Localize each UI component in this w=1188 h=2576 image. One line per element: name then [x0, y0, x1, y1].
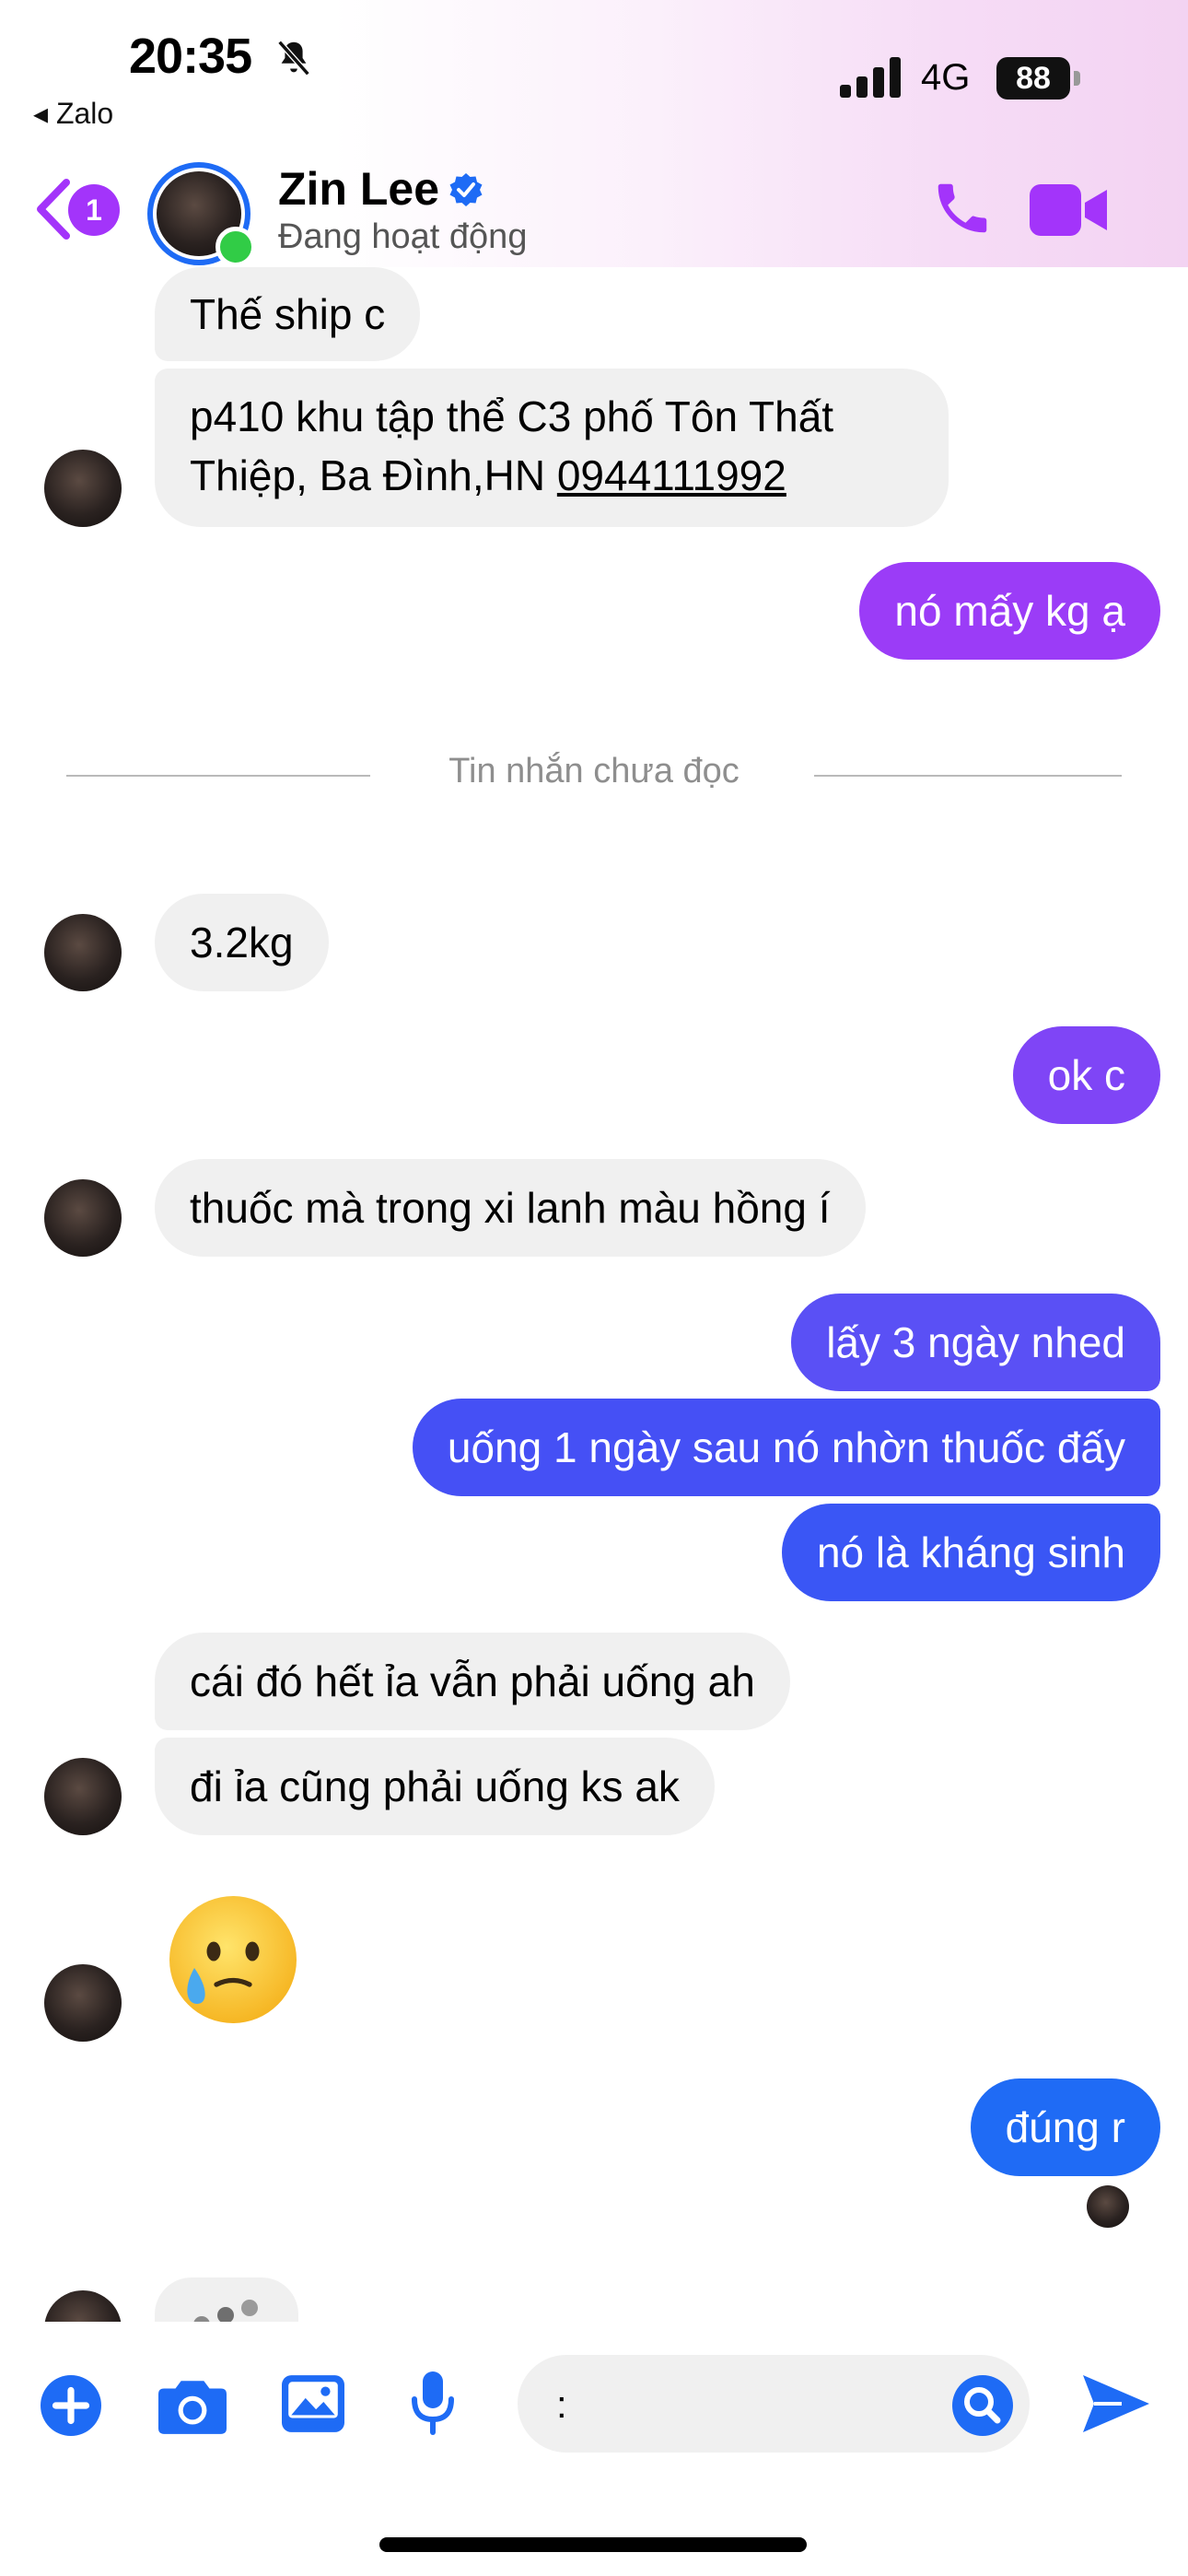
seen-receipt-avatar [1087, 2185, 1129, 2228]
message-text: ok c [1047, 1051, 1125, 1099]
video-call-icon[interactable] [1030, 184, 1107, 236]
sender-avatar[interactable] [44, 1964, 122, 2042]
phone-call-icon[interactable] [930, 175, 995, 241]
message-text: uống 1 ngày sau nó nhờn thuốc đấy [447, 1423, 1125, 1471]
face-holding-back-tears-emoji-icon[interactable] [164, 1891, 302, 2029]
outgoing-message[interactable]: đúng r [970, 2078, 1160, 2176]
back-to-app-link[interactable]: ◂ Zalo [33, 96, 113, 131]
sender-avatar[interactable] [44, 914, 122, 991]
online-status-dot [215, 227, 256, 267]
home-indicator[interactable] [379, 2537, 807, 2552]
message-text: đúng r [1005, 2103, 1125, 2151]
message-text: cái đó hết ỉa vẫn phải uống ah [190, 1657, 755, 1705]
outgoing-message[interactable]: lấy 3 ngày nhed [791, 1294, 1160, 1391]
bell-muted-icon [277, 40, 310, 76]
outgoing-message[interactable]: uống 1 ngày sau nó nhờn thuốc đấy [412, 1399, 1160, 1496]
status-time: 20:35 [129, 29, 252, 84]
outgoing-message[interactable]: ok c [1012, 1026, 1160, 1124]
message-text: lấy 3 ngày nhed [826, 1318, 1125, 1366]
sender-avatar[interactable] [44, 1179, 122, 1257]
incoming-message[interactable]: 3.2kg [155, 894, 329, 991]
gallery-image-icon[interactable] [282, 2375, 344, 2432]
message-text: nó là kháng sinh [816, 1528, 1125, 1576]
camera-icon[interactable] [158, 2377, 227, 2434]
sender-avatar[interactable] [44, 450, 122, 527]
outgoing-message[interactable]: nó mấy kg ạ [859, 562, 1160, 660]
incoming-message[interactable]: cái đó hết ỉa vẫn phải uống ah [155, 1633, 790, 1730]
message-text: đi ỉa cũng phải uống ks ak [190, 1762, 680, 1810]
microphone-icon[interactable] [411, 2371, 455, 2436]
message-text: Thế ship c [190, 290, 386, 338]
unread-divider-label: Tin nhắn chưa đọc [448, 752, 740, 790]
verified-badge-icon [449, 173, 483, 206]
battery-icon: 88 [996, 57, 1081, 100]
plus-icon[interactable] [41, 2375, 101, 2436]
message-text: p410 khu tập thể C3 phố Tôn Thất [190, 392, 834, 440]
sender-avatar[interactable] [44, 1758, 122, 1835]
message-text: 3.2kg [190, 919, 294, 966]
contact-active-status: Đang hoạt động [278, 217, 528, 256]
outgoing-message[interactable]: nó là kháng sinh [781, 1504, 1160, 1601]
unread-count-badge[interactable]: 1 [68, 184, 120, 236]
incoming-message[interactable]: đi ỉa cũng phải uống ks ak [155, 1738, 715, 1835]
incoming-message[interactable]: Thế ship c [155, 267, 421, 361]
battery-level: 88 [996, 57, 1070, 100]
message-text-line: Thiệp, Ba Đình,HN 0944111992 [190, 451, 786, 499]
cellular-signal-icon [840, 57, 901, 98]
network-type: 4G [921, 57, 971, 98]
incoming-message[interactable]: p410 khu tập thể C3 phố Tôn Thất Thiệp, … [155, 369, 949, 527]
incoming-message[interactable]: thuốc mà trong xi lanh màu hồng í [155, 1159, 866, 1257]
message-input-value[interactable]: : [556, 2383, 567, 2427]
message-text: nó mấy kg ạ [894, 587, 1125, 635]
search-icon[interactable] [952, 2375, 1013, 2436]
send-icon[interactable] [1081, 2371, 1151, 2436]
message-text: thuốc mà trong xi lanh màu hồng í [190, 1184, 831, 1232]
contact-name[interactable]: Zin Lee [278, 162, 439, 216]
phone-number-link[interactable]: 0944111992 [557, 451, 786, 499]
